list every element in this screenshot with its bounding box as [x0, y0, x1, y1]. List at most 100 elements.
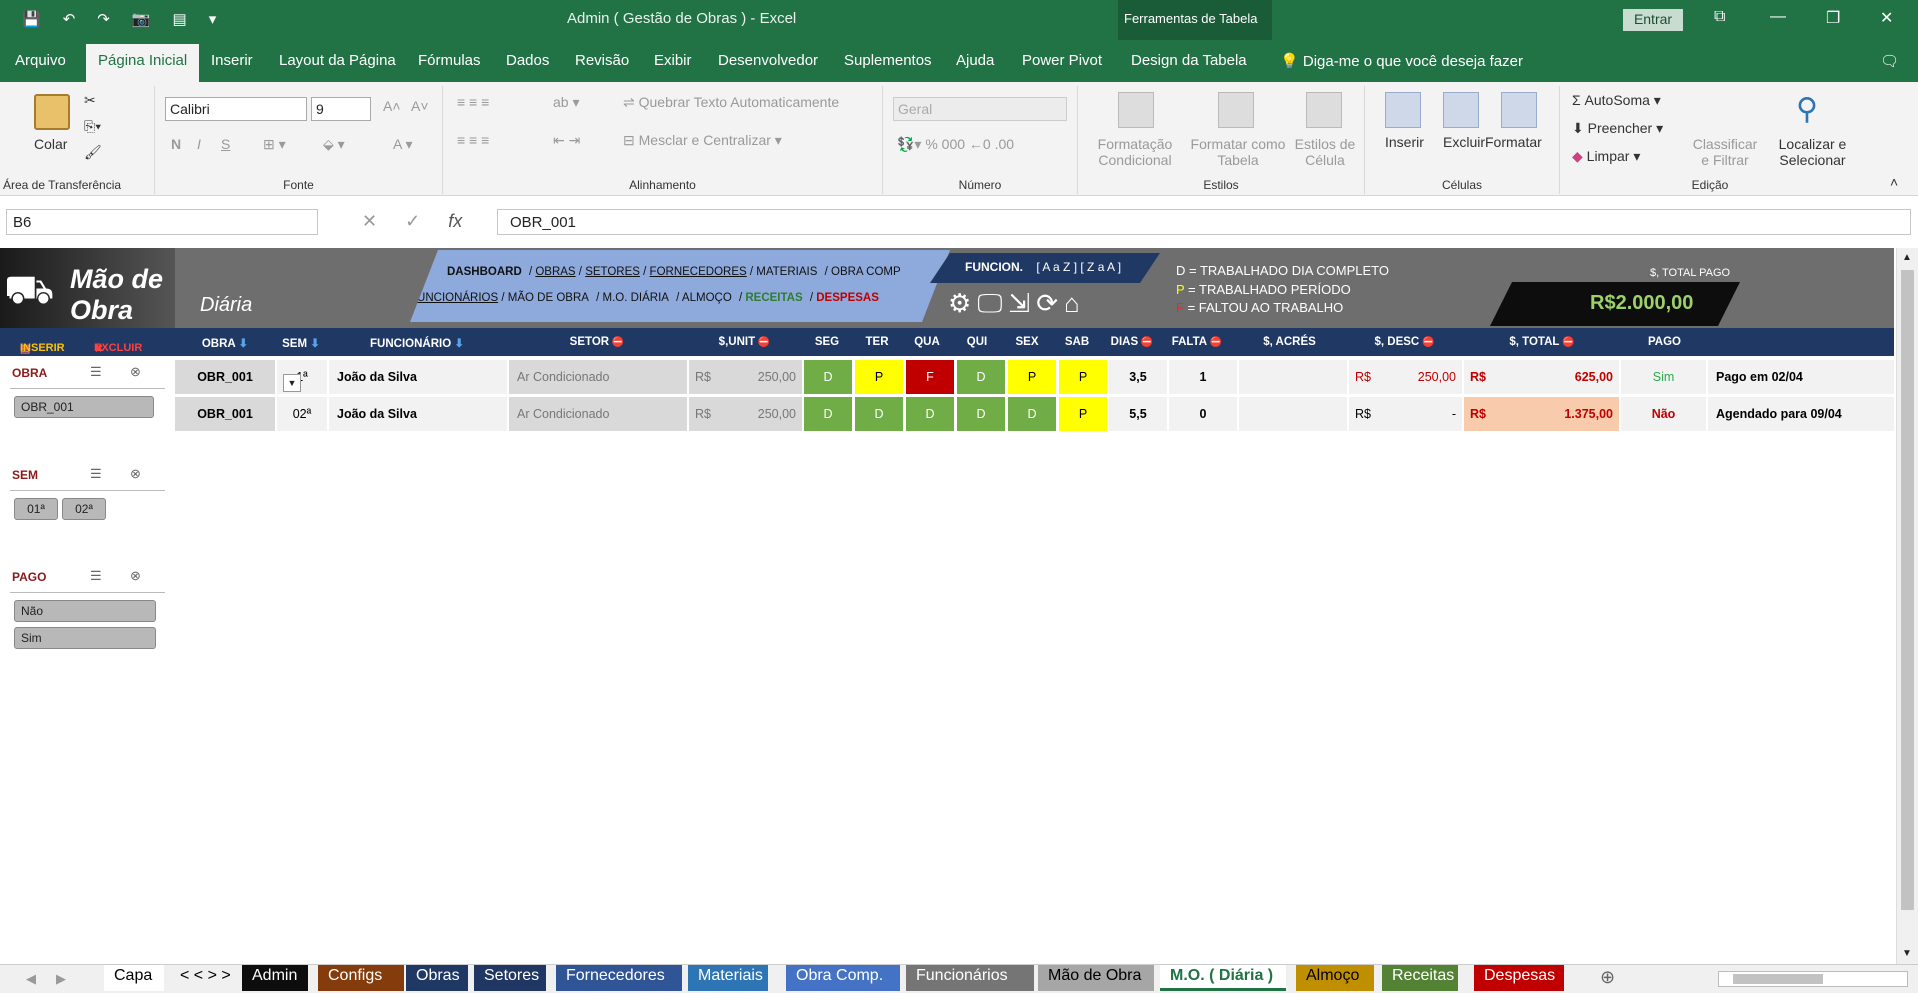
format-cells-icon[interactable] — [1501, 92, 1537, 128]
accounting-icon[interactable]: 💱▾ % 000 ←0 .00 — [897, 136, 1014, 153]
clear-filter-icon[interactable]: ⊗ — [130, 466, 141, 482]
cell-desc[interactable]: - R$ — [1349, 397, 1462, 431]
tab-revisao[interactable]: Revisão — [575, 52, 629, 69]
enter-icon[interactable]: ✓ — [405, 211, 420, 232]
tab-pagina-inicial[interactable]: Página Inicial — [86, 44, 200, 82]
cell-dias[interactable]: 3,5 — [1109, 360, 1167, 394]
sort-desc-icon[interactable]: ⬇ — [451, 338, 464, 350]
cell-setor[interactable]: Ar Condicionado — [509, 360, 687, 394]
tab-next-icon[interactable]: ▶ — [56, 971, 66, 987]
column-header[interactable]: PAGO — [1622, 336, 1707, 348]
cell-total[interactable]: 625,00 R$ — [1464, 360, 1619, 394]
tab-ajuda[interactable]: Ajuda — [956, 52, 994, 69]
cell-styles-icon[interactable] — [1306, 92, 1342, 128]
cell-setor[interactable]: Ar Condicionado — [509, 397, 687, 431]
align-left-icon[interactable]: ≡ ≡ ≡ — [457, 132, 489, 148]
tell-me-search[interactable]: 💡 Diga-me o que você deseja fazer — [1280, 52, 1523, 70]
h-scroll-thumb[interactable] — [1733, 974, 1823, 984]
sheet-tab[interactable]: Setores — [474, 965, 546, 991]
merge-center-button[interactable]: ⊟ Mesclar e Centralizar ▾ — [623, 132, 782, 149]
column-header[interactable]: $, TOTAL ⛔ — [1462, 336, 1622, 348]
tab-layout[interactable]: Layout da Página — [279, 52, 396, 69]
column-header[interactable]: QUA — [902, 336, 952, 348]
tab-power-pivot[interactable]: Power Pivot — [1022, 52, 1102, 69]
tab-dados[interactable]: Dados — [506, 52, 549, 69]
cell-day[interactable]: D — [855, 397, 903, 431]
nav-materiais[interactable]: MATERIAIS — [756, 266, 817, 278]
horizontal-scrollbar[interactable] — [1718, 971, 1908, 987]
cell-day[interactable]: D — [1008, 397, 1056, 431]
scroll-thumb[interactable] — [1901, 270, 1914, 910]
nav-fornecedores[interactable]: FORNECEDORES — [650, 266, 747, 278]
refresh-icon[interactable]: ⟳ — [1036, 288, 1058, 320]
collapse-ribbon-icon[interactable]: ˄ — [1890, 174, 1898, 190]
function-icon[interactable]: fx — [448, 211, 462, 232]
ribbon-display-icon[interactable]: ⧉ — [1714, 8, 1725, 26]
sheet-tab[interactable]: Mão de Obra — [1038, 965, 1154, 991]
cell-day[interactable]: D — [906, 397, 954, 431]
cell-day[interactable]: D — [804, 397, 852, 431]
no-sort-icon[interactable]: ⛔ — [1138, 337, 1153, 348]
underline-button[interactable]: S — [221, 136, 230, 152]
no-sort-icon[interactable]: ⛔ — [755, 337, 770, 348]
settings-icon[interactable]: ⚙ — [948, 288, 971, 320]
nav-receitas[interactable]: RECEITAS — [745, 292, 802, 304]
wrap-text-button[interactable]: ⇌ Quebrar Texto Automaticamente — [623, 94, 839, 111]
nav-setores[interactable]: SETORES — [585, 266, 640, 278]
cancel-icon[interactable]: ✕ — [362, 211, 377, 232]
sheet-tab[interactable]: Capa — [104, 965, 164, 991]
column-header[interactable]: OBRA ⬇ — [175, 336, 275, 350]
sheet-tab[interactable]: Configs — [318, 965, 404, 991]
screen-icon[interactable]: 🖵 — [977, 288, 1002, 320]
font-color-icon[interactable]: A ▾ — [393, 136, 412, 153]
indent-icon[interactable]: ⇤ ⇥ — [553, 132, 580, 149]
sheet-tab[interactable]: Admin — [242, 965, 308, 991]
slicer-item[interactable]: Não — [14, 600, 156, 622]
cell-day[interactable]: D — [957, 397, 1005, 431]
fill-button[interactable]: ⬇ Preencher ▾ — [1572, 120, 1663, 137]
sheet-tab[interactable]: Despesas — [1474, 965, 1564, 991]
column-header[interactable]: $, DESC ⛔ — [1347, 336, 1462, 348]
find-select-button[interactable]: Localizar e Selecionar — [1770, 136, 1855, 168]
grow-font-icon[interactable]: A˄ — [383, 98, 401, 114]
cell-acres[interactable] — [1239, 360, 1347, 394]
cell-obra[interactable]: OBR_001 — [175, 397, 275, 431]
cell-total[interactable]: 1.375,00 R$ — [1464, 397, 1619, 431]
tab-prev-icon[interactable]: ◀ — [26, 971, 36, 987]
nav-mo-diaria[interactable]: M.O. DIÁRIA — [603, 292, 669, 304]
camera-icon[interactable]: 📷 — [132, 10, 151, 28]
align-top-icon[interactable]: ≡ ≡ ≡ — [457, 94, 489, 110]
no-sort-icon[interactable]: ⛔ — [609, 337, 624, 348]
sort-az-button[interactable]: [ A a Z ] [ Z a A ] — [1036, 260, 1121, 274]
fill-color-icon[interactable]: ⬙ ▾ — [323, 136, 345, 153]
no-sort-icon[interactable]: ⛔ — [1207, 337, 1222, 348]
format-painter-icon[interactable]: 🖌 — [84, 144, 102, 161]
worksheet[interactable]: ⛟ Mão de Obra Diária DASHBOARD / OBRAS /… — [0, 248, 1896, 964]
column-header[interactable]: TER — [852, 336, 902, 348]
comments-icon[interactable]: 🗨 — [1880, 52, 1899, 70]
slicer-item[interactable]: 01ª — [14, 498, 58, 520]
tab-formulas[interactable]: Fórmulas — [418, 52, 481, 69]
cell-desc[interactable]: 250,00 R$ — [1349, 360, 1462, 394]
scroll-down-icon[interactable]: ▼ — [1902, 948, 1912, 959]
formula-input[interactable]: OBR_001 — [497, 209, 1911, 235]
shrink-font-icon[interactable]: A˅ — [411, 98, 429, 114]
conditional-format-icon[interactable] — [1118, 92, 1154, 128]
cell-obra[interactable]: OBR_001 — [175, 360, 275, 394]
cell-day[interactable]: D — [804, 360, 852, 394]
cell-sem[interactable]: 02ª — [277, 397, 327, 431]
delete-cells-button[interactable]: Excluir — [1443, 134, 1485, 150]
nav-obra-comp[interactable]: OBRA COMP — [831, 266, 901, 278]
column-header[interactable]: FALTA ⛔ — [1162, 336, 1232, 348]
insert-cells-icon[interactable] — [1385, 92, 1421, 128]
conditional-format-button[interactable]: Formatação Condicional — [1090, 136, 1180, 168]
cell-day[interactable]: P — [1008, 360, 1056, 394]
sheet-tab[interactable]: Obra Comp. — [786, 965, 900, 991]
cell-pago[interactable]: Sim — [1621, 360, 1706, 394]
cell-pago[interactable]: Não — [1621, 397, 1706, 431]
tab-design-tabela[interactable]: Design da Tabela — [1131, 52, 1247, 69]
cell-dias[interactable]: 5,5 — [1109, 397, 1167, 431]
cell-day[interactable]: F — [906, 360, 954, 394]
sort-desc-icon[interactable]: ⬇ — [307, 338, 320, 350]
format-table-icon[interactable] — [1218, 92, 1254, 128]
